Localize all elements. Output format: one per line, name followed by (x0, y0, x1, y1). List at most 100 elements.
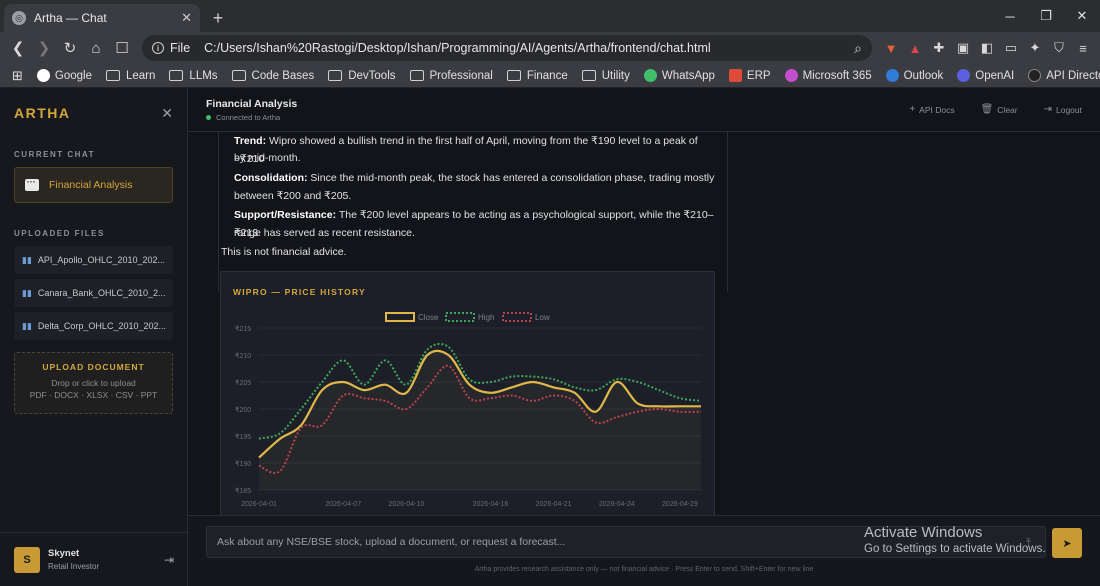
tab-title: Artha — Chat (34, 11, 107, 25)
uploaded-files-label: UPLOADED FILES (14, 229, 105, 238)
address-bar[interactable]: i File C:/Users/Ishan%20Rastogi/Desktop/… (142, 35, 872, 61)
folder-icon (409, 70, 424, 81)
upload-dropzone[interactable]: UPLOAD DOCUMENT Drop or click to upload … (14, 352, 173, 414)
consolidation-bullet-cont: between ₹200 and ₹205. (234, 190, 352, 202)
y-tick-label: ₹185 (235, 487, 251, 495)
close-sidebar-icon[interactable]: ✕ (161, 105, 173, 122)
new-tab-button[interactable]: + (204, 4, 232, 32)
composer-footnote: Artha provides research assistance only … (474, 566, 814, 573)
user-role: Retail Investor (48, 562, 100, 571)
x-tick-label: 2026-04-07 (325, 501, 361, 508)
message-body: Trend: Wipro showed a bullish trend in t… (218, 132, 728, 292)
chat-input-placeholder: Ask about any NSE/BSE stock, upload a do… (217, 536, 566, 548)
bookmark-outlook[interactable]: Outlook (880, 65, 952, 87)
chart-file-icon: ▮▮ (22, 320, 32, 331)
sidebar: ARTHA ✕ CURRENT CHAT Financial Analysis … (0, 88, 188, 586)
whatsapp-icon (643, 69, 657, 82)
back-icon[interactable]: ❮ (6, 36, 30, 60)
microsoft-365-icon (784, 69, 798, 82)
restore-icon[interactable]: ❐ (1028, 0, 1064, 32)
bookmark-icon[interactable]: ☐ (110, 36, 134, 60)
bookmark-openai[interactable]: OpenAI (951, 65, 1022, 87)
watermark-title: Activate Windows (864, 524, 983, 541)
bookmark-finance[interactable]: Finance (501, 65, 576, 87)
page-title: Financial Analysis (206, 97, 298, 110)
x-tick-label: 2026-04-21 (536, 501, 572, 508)
leo-icon[interactable]: ✦ (1024, 37, 1046, 59)
forward-icon[interactable]: ❯ (32, 36, 56, 60)
home-icon[interactable]: ⌂ (84, 36, 108, 60)
apps-icon[interactable]: ⊞ (6, 65, 31, 87)
message-scroll-area[interactable]: Trend: Wipro showed a bullish trend in t… (188, 132, 1100, 515)
uploaded-file-item[interactable]: ▮▮ Canara_Bank_OHLC_2010_2... (14, 279, 173, 307)
minimize-icon[interactable]: ─ (992, 0, 1028, 32)
trend-label: Trend: (234, 135, 267, 147)
current-chat-section: CURRENT CHAT Financial Analysis UPLOADED… (0, 150, 187, 414)
current-chat-label: CURRENT CHAT (14, 150, 95, 159)
watermark-subtitle: Go to Settings to activate Windows. (864, 543, 1046, 555)
user-text: Skynet Retail Investor (48, 548, 164, 571)
current-chat-item[interactable]: Financial Analysis (14, 167, 173, 203)
reload-icon[interactable]: ↻ (58, 36, 82, 60)
info-icon[interactable]: i (152, 42, 164, 54)
extensions-icon[interactable]: ✚ (928, 37, 950, 59)
close-icon[interactable]: ✕ (181, 10, 192, 26)
browser-toolbar: ❮ ❯ ↻ ⌂ ☐ i File C:/Users/Ishan%20Rastog… (0, 32, 1100, 64)
bookmark-api-directory[interactable]: API Directory (1022, 65, 1100, 87)
vpn-icon[interactable]: ⛉ (1048, 37, 1070, 59)
rewards-icon[interactable]: ▲ (904, 37, 926, 59)
send-button[interactable]: ➤ (1052, 528, 1082, 558)
uploaded-file-item[interactable]: ▮▮ Delta_Corp_OHLC_2010_202... (14, 312, 173, 340)
chat-header: Financial Analysis Connected to Artha + A… (188, 88, 1100, 132)
y-tick-label: ₹215 (235, 325, 251, 333)
folder-icon (506, 70, 521, 81)
bookmark-utility[interactable]: Utility (576, 65, 638, 87)
sign-out-icon[interactable]: ⇥ (164, 553, 174, 567)
chat-bubble-icon (25, 174, 39, 191)
folder-icon (328, 70, 343, 81)
bookmark-llms[interactable]: LLMs (163, 65, 225, 87)
bookmark-devtools[interactable]: DevTools (322, 65, 403, 87)
y-tick-label: ₹190 (235, 460, 251, 468)
uploaded-file-item[interactable]: ▮▮ API_Apollo_OHLC_2010_202... (14, 246, 173, 274)
assistant-message: Trend: Wipro showed a bullish trend in t… (218, 132, 728, 515)
bookmark-microsoft-365[interactable]: Microsoft 365 (779, 65, 880, 87)
brave-shield-icon[interactable]: ▼ (880, 37, 902, 59)
clear-button[interactable]: 🗑 Clear (981, 104, 1018, 115)
x-tick-label: 2026-04-16 (473, 501, 509, 508)
y-tick-label: ₹195 (235, 433, 251, 441)
api-docs-button[interactable]: + API Docs (909, 104, 954, 115)
browser-tab[interactable]: ◎ Artha — Chat ✕ (4, 4, 200, 32)
menu-icon[interactable]: ≡ (1072, 37, 1094, 59)
bookmark-whatsapp[interactable]: WhatsApp (638, 65, 723, 87)
sidebar-icon[interactable]: ◧ (976, 37, 998, 59)
folder-icon (581, 70, 596, 81)
close-window-icon[interactable]: ✕ (1064, 0, 1100, 32)
browser-tabbar: ◎ Artha — Chat ✕ + ─ ❐ ✕ (0, 0, 1100, 32)
activate-windows-watermark: Activate Windows Go to Settings to activ… (864, 524, 1046, 555)
y-tick-label: ₹205 (235, 379, 251, 387)
x-tick-label: 2026-04-24 (599, 501, 635, 508)
logout-button[interactable]: ⇥ Logout (1044, 104, 1082, 115)
bookmark-google[interactable]: Google (31, 65, 100, 87)
bookmark-code-bases[interactable]: Code Bases (226, 65, 323, 87)
y-tick-label: ₹210 (235, 352, 251, 360)
cast-icon[interactable]: ▣ (952, 37, 974, 59)
upload-title: UPLOAD DOCUMENT (42, 362, 145, 372)
bookmark-learn[interactable]: Learn (100, 65, 163, 87)
trend-text: Wipro showed a bullish trend in the firs… (234, 135, 698, 165)
close-area (259, 350, 701, 490)
folder-icon (169, 70, 184, 81)
logout-icon: ⇥ (1043, 104, 1052, 115)
support-resistance-bullet-cont: range has served as recent resistance. (234, 227, 415, 239)
zoom-icon[interactable]: ⌕ (854, 40, 862, 57)
bookmark-erp[interactable]: ERP (723, 65, 779, 87)
wallet-icon[interactable]: ▭ (1000, 37, 1022, 59)
google-icon (36, 69, 50, 82)
disclaimer-text: This is not financial advice. (221, 246, 347, 258)
send-icon: ➤ (1062, 537, 1072, 550)
legend-label-close: Close (418, 313, 439, 322)
url-text[interactable]: C:/Users/Ishan%20Rastogi/Desktop/Ishan/P… (204, 41, 848, 55)
bookmark-professional[interactable]: Professional (404, 65, 501, 87)
x-tick-label: 2026-04-29 (662, 501, 698, 508)
